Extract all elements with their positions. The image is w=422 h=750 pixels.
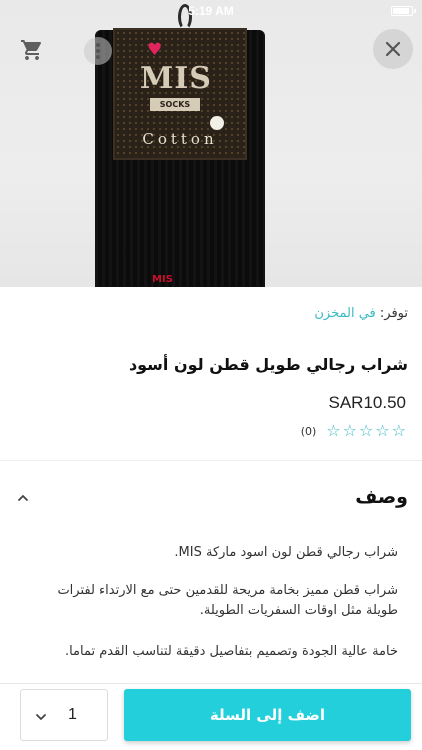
product-image: ♥ MIS SOCKS Cotton MIS (0, 0, 422, 287)
chevron-up-icon (18, 495, 28, 501)
heart-icon: ♥ (147, 40, 163, 60)
add-to-cart-button[interactable]: اضف إلى السلة (124, 689, 411, 741)
more-vertical-icon (96, 43, 100, 47)
close-icon (385, 41, 401, 57)
star-outline-icon: ☆ (391, 421, 406, 440)
availability: توفر: في المخزن (314, 306, 408, 321)
close-button[interactable] (373, 29, 413, 69)
quantity-dropdown[interactable] (34, 709, 48, 723)
cart-button[interactable] (20, 38, 44, 62)
rating-count: (0) (300, 424, 317, 438)
rating[interactable]: (0) ☆ ☆ ☆ ☆ ☆ (301, 422, 406, 440)
material-band: Cotton (142, 130, 218, 148)
description-heading[interactable]: وصف (355, 486, 408, 508)
product-title: شراب رجالي طويل قطن لون أسود (128, 355, 408, 374)
brand-logo: MIS (140, 60, 214, 98)
quantity-value: 1 (68, 706, 77, 723)
star-outline-icon: ☆ (375, 421, 390, 440)
divider (0, 460, 422, 461)
more-options-button[interactable] (84, 37, 112, 65)
status-time: 5:19 AM (188, 4, 234, 18)
description-paragraph: شراب رجالي قطن لون اسود ماركة MIS. (174, 545, 398, 560)
brand-sub-tag: SOCKS (150, 98, 200, 111)
description-toggle[interactable] (16, 490, 30, 504)
description-paragraph: شراب قطن مميز بخامة مريحة للقدمين حتى مع… (57, 583, 398, 618)
star-outline-icon: ☆ (326, 421, 341, 440)
product-price: SAR10.50 (328, 393, 407, 412)
battery-icon (391, 6, 416, 16)
star-outline-icon: ☆ (342, 421, 357, 440)
cart-icon (21, 40, 42, 60)
brand-logo-text: MIS (140, 61, 212, 96)
sock-logo: MIS (152, 274, 173, 285)
availability-label: توفر: (379, 306, 408, 321)
availability-value: في المخزن (314, 306, 376, 321)
star-outline-icon: ☆ (358, 421, 374, 440)
description-paragraph: خامة عالية الجودة وتصميم بتفاصيل دقيقة ل… (64, 644, 398, 659)
chevron-down-icon (36, 714, 46, 720)
